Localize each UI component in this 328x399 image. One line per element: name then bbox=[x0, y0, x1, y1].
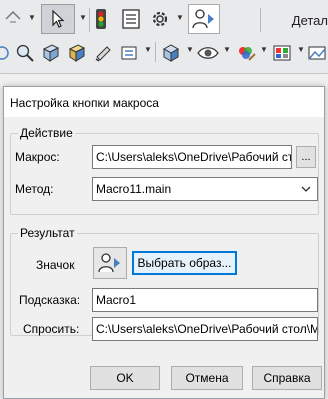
macro-user-icon[interactable] bbox=[188, 4, 220, 34]
macro-label: Макрос: bbox=[15, 150, 60, 164]
app-toolbar: ▼ ▼ ▼ Детал ▼ ▼ ▼ ▼ ▼ bbox=[0, 0, 328, 74]
traffic-light-icon[interactable] bbox=[92, 6, 110, 32]
macro-user-icon bbox=[98, 253, 120, 273]
chevron-down-icon[interactable]: ▼ bbox=[223, 46, 231, 54]
dialog-titlebar[interactable]: Настройка кнопки макроса bbox=[4, 87, 324, 117]
edit-appearance-icon[interactable] bbox=[234, 41, 258, 65]
macro-icon-preview[interactable] bbox=[93, 247, 127, 279]
document-title: Детал bbox=[291, 13, 328, 28]
chevron-down-icon[interactable]: ▼ bbox=[186, 46, 194, 54]
hide-show-icon[interactable] bbox=[118, 41, 140, 65]
method-label: Метод: bbox=[15, 182, 54, 196]
tooltip-label: Подсказка: bbox=[19, 293, 81, 307]
dropdown-arrow-icon[interactable] bbox=[2, 6, 24, 32]
chevron-down-icon[interactable]: ▼ bbox=[297, 46, 305, 54]
eye-icon[interactable] bbox=[196, 41, 220, 65]
chevron-down-icon bbox=[301, 186, 311, 192]
prompt-input[interactable]: C:\Users\aleks\OneDrive\Рабочий стол\M bbox=[92, 317, 318, 341]
properties-icon[interactable] bbox=[120, 6, 142, 32]
dialog-title: Настройка кнопки макроса bbox=[10, 96, 159, 110]
toolbar-row-top: ▼ ▼ ▼ Детал bbox=[0, 2, 328, 36]
chevron-down-icon[interactable]: ▼ bbox=[260, 46, 268, 54]
chevron-down-icon[interactable]: ▼ bbox=[79, 14, 87, 22]
prompt-label: Спросить: bbox=[23, 322, 80, 336]
zoom-area-icon[interactable] bbox=[14, 41, 36, 65]
icon-label: Значок bbox=[36, 258, 75, 272]
choose-image-button[interactable]: Выбрать образ... bbox=[132, 251, 237, 275]
method-select[interactable]: Macro11.main bbox=[92, 177, 318, 201]
gear-icon[interactable] bbox=[149, 6, 171, 32]
chevron-down-icon[interactable]: ▼ bbox=[176, 14, 184, 22]
result-group-legend: Результат bbox=[18, 226, 77, 240]
browse-macro-button[interactable]: ... bbox=[296, 146, 316, 168]
macro-path-field[interactable]: C:\Users\aleks\OneDrive\Рабочий ст bbox=[92, 145, 292, 169]
tooltip-input[interactable]: Macro1 bbox=[92, 288, 318, 312]
view-settings-icon[interactable] bbox=[306, 41, 328, 65]
scenes-icon[interactable] bbox=[270, 41, 294, 65]
cancel-button[interactable]: Отмена bbox=[171, 366, 243, 390]
chevron-down-icon[interactable]: ▼ bbox=[144, 46, 152, 54]
view-orientation-icon[interactable] bbox=[159, 41, 183, 65]
macro-button-dialog: Настройка кнопки макроса Действие Макрос… bbox=[3, 86, 325, 399]
chevron-down-icon[interactable]: ▼ bbox=[28, 14, 36, 22]
select-arrow-icon[interactable] bbox=[41, 4, 75, 34]
toolbar-row-view: ▼ ▼ ▼ ▼ ▼ bbox=[0, 38, 328, 68]
section-view-icon[interactable] bbox=[66, 41, 88, 65]
ok-button[interactable]: OK bbox=[90, 366, 160, 390]
method-select-value: Macro11.main bbox=[96, 182, 172, 196]
zoom-to-fit-icon[interactable] bbox=[0, 42, 10, 64]
action-group-legend: Действие bbox=[18, 126, 75, 140]
display-style-icon[interactable] bbox=[92, 41, 114, 65]
help-button[interactable]: Справка bbox=[252, 366, 322, 390]
previous-view-icon[interactable] bbox=[40, 41, 62, 65]
